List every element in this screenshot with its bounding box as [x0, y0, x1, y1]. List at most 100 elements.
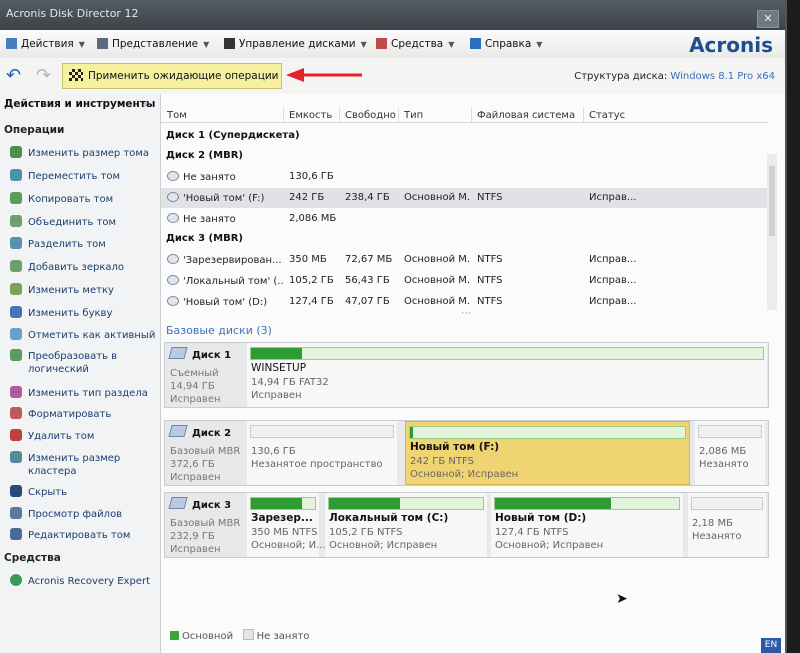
sidebar-item-tool[interactable]: Acronis Recovery Expert: [10, 574, 150, 587]
collapse-icon[interactable]: «: [142, 98, 149, 111]
table-scrollbar[interactable]: [767, 154, 777, 310]
main-panel: Том Емкость Свободно Тип Файловая систем…: [161, 94, 785, 653]
table-cell: 105,2 ГБ: [289, 275, 337, 286]
partition-detail-line: Основной; Исправен: [495, 540, 604, 551]
sidebar-item-operation[interactable]: Скрыть: [10, 485, 67, 498]
partition-block[interactable]: Локальный том (C:) 105,2 ГБ NTFS Основной;…: [325, 493, 487, 557]
sidebar-item-operation[interactable]: Просмотр файлов: [10, 507, 122, 520]
menu-actions[interactable]: Действия ▼: [6, 38, 85, 50]
col-capacity[interactable]: Емкость: [289, 110, 332, 121]
partition-details: 2,086 МБ Незанято: [699, 445, 749, 471]
usage-bar: [250, 497, 316, 510]
table-cell: Основной М...: [404, 254, 470, 265]
apply-pending-operations-button[interactable]: Применить ожидающие операции (1): [62, 63, 282, 106]
table-cell-text: 56,43 ГБ: [345, 275, 390, 286]
disk-info-line: Базовый MBR: [170, 518, 241, 529]
col-type[interactable]: Тип: [404, 110, 423, 121]
table-cell-text: Не занято: [183, 172, 236, 183]
sidebar-item-operation[interactable]: Удалить том: [10, 429, 94, 442]
table-cell: 2,086 МБ: [289, 213, 337, 224]
table-row[interactable]: Не занято 130,6 ГБ: [161, 167, 769, 187]
table-cell: 238,4 ГБ: [345, 192, 397, 203]
close-icon[interactable]: ✕: [757, 10, 779, 28]
col-status[interactable]: Статус: [589, 110, 625, 121]
menu-bar: Действия ▼ Представление ▼ Управление диск…: [0, 30, 785, 59]
disk-group-title[interactable]: Диск 1 (Супердискета): [166, 130, 300, 141]
sidebar-item-operation[interactable]: Редактировать том: [10, 528, 130, 541]
disk-group-title[interactable]: Диск 3 (MBR): [166, 233, 243, 244]
usage-bar: [494, 497, 680, 510]
sidebar-item-operation[interactable]: Изменить размер кластера: [10, 451, 158, 478]
usage-bar: [691, 497, 763, 510]
chevron-down-icon: ▼: [78, 40, 85, 49]
sidebar-item-label: Отметить как активный: [28, 330, 156, 341]
table-row[interactable]: 'Локальный том' (... 105,2 ГБ 56,43 ГБ Осно…: [161, 271, 769, 291]
menu-view[interactable]: Представление ▼: [97, 38, 209, 50]
column-divider: [398, 108, 399, 122]
partition-block[interactable]: Новый том (F:) 242 ГБ NTFS Основной; Испра…: [405, 421, 690, 485]
sidebar-item-label: Изменить тип раздела: [28, 388, 148, 399]
unallocated-block[interactable]: 2,18 МБ Незанято: [688, 493, 766, 557]
sidebar-item-operation[interactable]: Изменить тип раздела: [10, 386, 148, 399]
disk-panel[interactable]: Диск 1 Съемный 14,94 ГБ Исправен WINSETUP 14,…: [164, 342, 769, 408]
resize-handle[interactable]: ⋯: [461, 308, 471, 319]
sidebar-item-operation[interactable]: Объединить том: [10, 215, 116, 228]
table-cell-text: Основной М...: [404, 192, 470, 203]
sidebar-item-label: Преобразовать в логический: [28, 351, 118, 375]
sidebar-item-operation[interactable]: Изменить размер тома: [10, 146, 149, 159]
language-indicator[interactable]: EN: [761, 638, 781, 653]
table-row[interactable]: 'Зарезервирован... 350 МБ 72,67 МБ Основной…: [161, 250, 769, 270]
partition-name: WINSETUP: [251, 362, 307, 374]
col-free[interactable]: Свободно: [345, 110, 396, 121]
view-icon: [97, 38, 108, 49]
table-cell-text: 130,6 ГБ: [289, 171, 334, 182]
menu-help[interactable]: Справка ▼: [470, 38, 542, 50]
sidebar-header: Действия и инструменты: [4, 98, 156, 110]
disk-panel[interactable]: Диск 2 Базовый MBR 372,6 ГБ Исправен 130,6 Г…: [164, 420, 769, 486]
usage-fill: [251, 498, 302, 509]
table-row[interactable]: 'Новый том' (F:) 242 ГБ 238,4 ГБ Основной М…: [161, 188, 769, 208]
disk-structure-link[interactable]: Windows 8.1 Pro x64: [670, 71, 775, 82]
table-cell-text: 350 МБ: [289, 254, 327, 265]
col-volume[interactable]: Том: [167, 110, 187, 121]
partition-block[interactable]: Зарезер... 350 МБ NTFS Основной; И...: [247, 493, 326, 557]
column-divider: [283, 108, 284, 122]
scrollbar-thumb[interactable]: [769, 166, 775, 236]
partition-block[interactable]: Новый том (D:) 127,4 ГБ NTFS Основной; Исп…: [491, 493, 683, 557]
volume-icon: [167, 171, 179, 181]
disk-panel[interactable]: Диск 3 Базовый MBR 232,9 ГБ Исправен Зарезер…: [164, 492, 769, 558]
sidebar-item-operation[interactable]: Преобразовать в логический: [10, 349, 158, 376]
usage-bar: [250, 425, 394, 438]
table-cell: NTFS: [477, 296, 581, 307]
disk-name: Диск 2: [168, 425, 231, 439]
unallocated-block[interactable]: 2,086 МБ Незанято: [695, 421, 765, 485]
menu-disk-management[interactable]: Управление дисками ▼: [224, 38, 367, 50]
partition-block[interactable]: WINSETUP 14,94 ГБ FAT32 Исправен: [247, 343, 767, 407]
operation-icon: [10, 386, 22, 398]
menu-tools[interactable]: Средства ▼: [376, 38, 454, 50]
sidebar-item-operation[interactable]: Форматировать: [10, 407, 111, 420]
table-row[interactable]: Не занято 2,086 МБ: [161, 209, 769, 229]
redo-icon[interactable]: ↷: [36, 65, 51, 86]
sidebar-item-operation[interactable]: Разделить том: [10, 237, 106, 250]
sidebar-item-operation[interactable]: Копировать том: [10, 192, 113, 205]
partition-detail-line: 242 ГБ NTFS: [410, 456, 474, 467]
col-filesystem[interactable]: Файловая система: [477, 110, 575, 121]
sidebar-item-operation[interactable]: Изменить букву: [10, 306, 112, 319]
disk-info-line: Съемный: [170, 368, 219, 379]
undo-icon[interactable]: ↶: [6, 65, 21, 86]
operation-icon: [10, 306, 22, 318]
operation-icon: [10, 429, 22, 441]
partition-detail-line: Исправен: [251, 390, 302, 401]
usage-fill: [495, 498, 611, 509]
sidebar-item-operation[interactable]: Переместить том: [10, 169, 120, 182]
sidebar-item-operation[interactable]: Отметить как активный: [10, 328, 155, 341]
unallocated-block[interactable]: 130,6 ГБ Незанятое пространство: [247, 421, 397, 485]
sidebar-item-label: Удалить том: [28, 431, 95, 442]
sidebar-item-operation[interactable]: Изменить метку: [10, 283, 114, 296]
sidebar-item-operation[interactable]: Добавить зеркало: [10, 260, 124, 273]
mouse-cursor: ➤: [616, 591, 628, 607]
partition-detail-line: 14,94 ГБ FAT32: [251, 377, 329, 388]
disk-group-title[interactable]: Диск 2 (MBR): [166, 150, 243, 161]
disk-structure: Структура диска: Windows 8.1 Pro x64: [574, 71, 775, 82]
